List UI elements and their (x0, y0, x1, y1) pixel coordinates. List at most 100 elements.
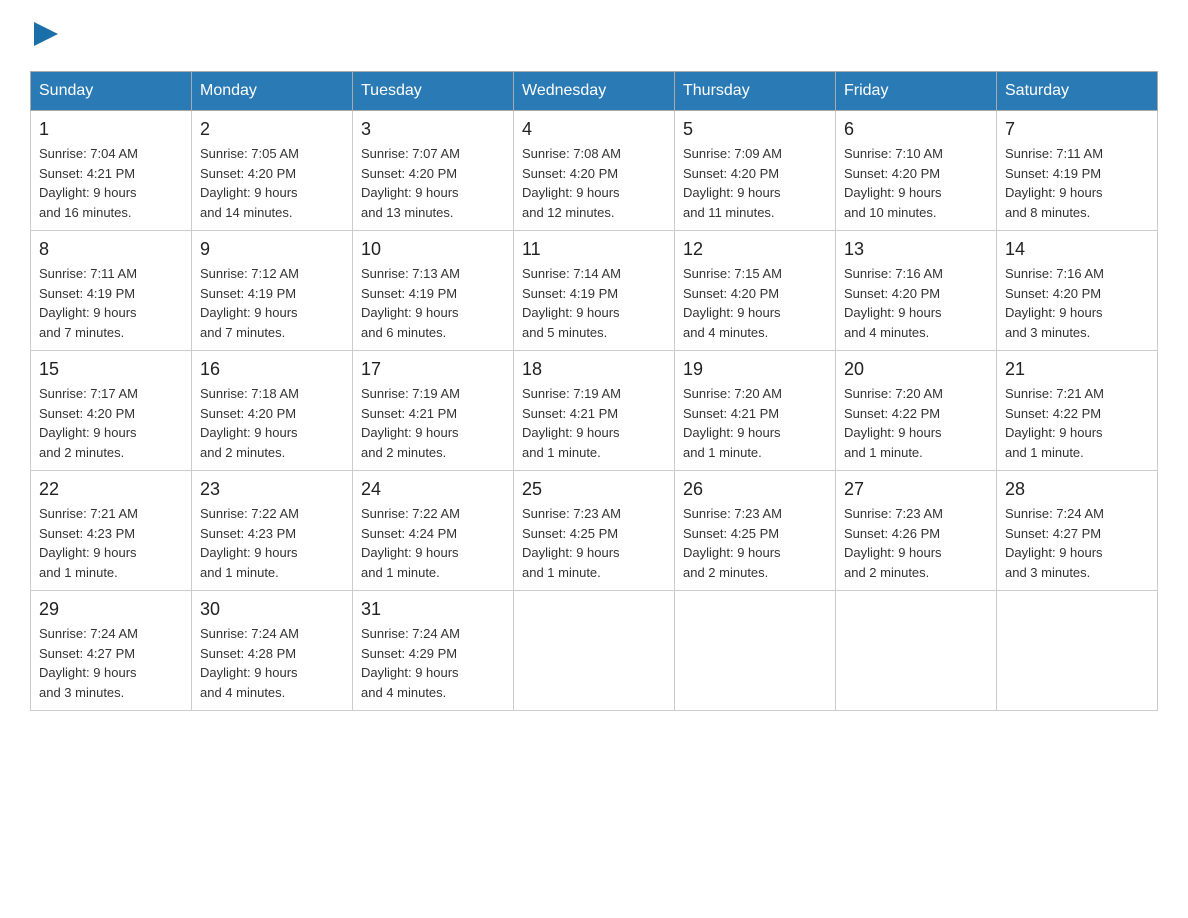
day-info: Sunrise: 7:24 AM Sunset: 4:27 PM Dayligh… (1005, 504, 1149, 582)
day-info: Sunrise: 7:18 AM Sunset: 4:20 PM Dayligh… (200, 384, 344, 462)
calendar-week-2: 8 Sunrise: 7:11 AM Sunset: 4:19 PM Dayli… (31, 231, 1158, 351)
header-monday: Monday (192, 72, 353, 111)
calendar-cell: 19 Sunrise: 7:20 AM Sunset: 4:21 PM Dayl… (675, 351, 836, 471)
calendar-cell: 27 Sunrise: 7:23 AM Sunset: 4:26 PM Dayl… (836, 471, 997, 591)
day-info: Sunrise: 7:11 AM Sunset: 4:19 PM Dayligh… (39, 264, 183, 342)
calendar-cell: 11 Sunrise: 7:14 AM Sunset: 4:19 PM Dayl… (514, 231, 675, 351)
calendar-week-1: 1 Sunrise: 7:04 AM Sunset: 4:21 PM Dayli… (31, 111, 1158, 231)
calendar-table: SundayMondayTuesdayWednesdayThursdayFrid… (30, 71, 1158, 711)
calendar-cell (675, 591, 836, 711)
calendar-cell: 12 Sunrise: 7:15 AM Sunset: 4:20 PM Dayl… (675, 231, 836, 351)
day-info: Sunrise: 7:16 AM Sunset: 4:20 PM Dayligh… (1005, 264, 1149, 342)
logo-triangle-icon (32, 20, 60, 53)
calendar-cell: 13 Sunrise: 7:16 AM Sunset: 4:20 PM Dayl… (836, 231, 997, 351)
day-info: Sunrise: 7:24 AM Sunset: 4:28 PM Dayligh… (200, 624, 344, 702)
day-info: Sunrise: 7:16 AM Sunset: 4:20 PM Dayligh… (844, 264, 988, 342)
day-number: 13 (844, 239, 988, 260)
day-number: 18 (522, 359, 666, 380)
calendar-week-3: 15 Sunrise: 7:17 AM Sunset: 4:20 PM Dayl… (31, 351, 1158, 471)
day-info: Sunrise: 7:21 AM Sunset: 4:22 PM Dayligh… (1005, 384, 1149, 462)
day-info: Sunrise: 7:19 AM Sunset: 4:21 PM Dayligh… (361, 384, 505, 462)
calendar-cell: 24 Sunrise: 7:22 AM Sunset: 4:24 PM Dayl… (353, 471, 514, 591)
calendar-cell: 17 Sunrise: 7:19 AM Sunset: 4:21 PM Dayl… (353, 351, 514, 471)
day-number: 24 (361, 479, 505, 500)
day-info: Sunrise: 7:07 AM Sunset: 4:20 PM Dayligh… (361, 144, 505, 222)
calendar-cell: 16 Sunrise: 7:18 AM Sunset: 4:20 PM Dayl… (192, 351, 353, 471)
day-info: Sunrise: 7:22 AM Sunset: 4:24 PM Dayligh… (361, 504, 505, 582)
calendar-cell: 1 Sunrise: 7:04 AM Sunset: 4:21 PM Dayli… (31, 111, 192, 231)
calendar-cell: 14 Sunrise: 7:16 AM Sunset: 4:20 PM Dayl… (997, 231, 1158, 351)
day-number: 1 (39, 119, 183, 140)
calendar-cell: 29 Sunrise: 7:24 AM Sunset: 4:27 PM Dayl… (31, 591, 192, 711)
day-info: Sunrise: 7:24 AM Sunset: 4:27 PM Dayligh… (39, 624, 183, 702)
calendar-cell: 4 Sunrise: 7:08 AM Sunset: 4:20 PM Dayli… (514, 111, 675, 231)
calendar-header-row: SundayMondayTuesdayWednesdayThursdayFrid… (31, 72, 1158, 111)
day-number: 23 (200, 479, 344, 500)
header-thursday: Thursday (675, 72, 836, 111)
day-info: Sunrise: 7:09 AM Sunset: 4:20 PM Dayligh… (683, 144, 827, 222)
calendar-cell: 6 Sunrise: 7:10 AM Sunset: 4:20 PM Dayli… (836, 111, 997, 231)
calendar-cell (514, 591, 675, 711)
day-info: Sunrise: 7:11 AM Sunset: 4:19 PM Dayligh… (1005, 144, 1149, 222)
day-info: Sunrise: 7:23 AM Sunset: 4:25 PM Dayligh… (522, 504, 666, 582)
header-friday: Friday (836, 72, 997, 111)
day-info: Sunrise: 7:05 AM Sunset: 4:20 PM Dayligh… (200, 144, 344, 222)
day-number: 9 (200, 239, 344, 260)
logo (30, 20, 60, 51)
page-header (30, 20, 1158, 51)
day-number: 8 (39, 239, 183, 260)
day-number: 30 (200, 599, 344, 620)
header-saturday: Saturday (997, 72, 1158, 111)
day-info: Sunrise: 7:10 AM Sunset: 4:20 PM Dayligh… (844, 144, 988, 222)
calendar-cell: 3 Sunrise: 7:07 AM Sunset: 4:20 PM Dayli… (353, 111, 514, 231)
calendar-cell: 2 Sunrise: 7:05 AM Sunset: 4:20 PM Dayli… (192, 111, 353, 231)
day-info: Sunrise: 7:08 AM Sunset: 4:20 PM Dayligh… (522, 144, 666, 222)
day-info: Sunrise: 7:22 AM Sunset: 4:23 PM Dayligh… (200, 504, 344, 582)
day-info: Sunrise: 7:04 AM Sunset: 4:21 PM Dayligh… (39, 144, 183, 222)
day-number: 19 (683, 359, 827, 380)
calendar-cell: 25 Sunrise: 7:23 AM Sunset: 4:25 PM Dayl… (514, 471, 675, 591)
calendar-cell: 28 Sunrise: 7:24 AM Sunset: 4:27 PM Dayl… (997, 471, 1158, 591)
calendar-cell: 18 Sunrise: 7:19 AM Sunset: 4:21 PM Dayl… (514, 351, 675, 471)
day-number: 31 (361, 599, 505, 620)
calendar-cell (997, 591, 1158, 711)
day-number: 6 (844, 119, 988, 140)
day-info: Sunrise: 7:14 AM Sunset: 4:19 PM Dayligh… (522, 264, 666, 342)
calendar-cell: 31 Sunrise: 7:24 AM Sunset: 4:29 PM Dayl… (353, 591, 514, 711)
day-number: 10 (361, 239, 505, 260)
day-number: 17 (361, 359, 505, 380)
header-sunday: Sunday (31, 72, 192, 111)
day-number: 4 (522, 119, 666, 140)
day-number: 15 (39, 359, 183, 380)
day-info: Sunrise: 7:23 AM Sunset: 4:25 PM Dayligh… (683, 504, 827, 582)
day-number: 29 (39, 599, 183, 620)
day-number: 20 (844, 359, 988, 380)
day-info: Sunrise: 7:13 AM Sunset: 4:19 PM Dayligh… (361, 264, 505, 342)
day-number: 25 (522, 479, 666, 500)
day-number: 12 (683, 239, 827, 260)
calendar-cell: 30 Sunrise: 7:24 AM Sunset: 4:28 PM Dayl… (192, 591, 353, 711)
day-number: 2 (200, 119, 344, 140)
day-info: Sunrise: 7:12 AM Sunset: 4:19 PM Dayligh… (200, 264, 344, 342)
day-number: 22 (39, 479, 183, 500)
calendar-cell: 20 Sunrise: 7:20 AM Sunset: 4:22 PM Dayl… (836, 351, 997, 471)
header-wednesday: Wednesday (514, 72, 675, 111)
calendar-cell: 7 Sunrise: 7:11 AM Sunset: 4:19 PM Dayli… (997, 111, 1158, 231)
day-info: Sunrise: 7:23 AM Sunset: 4:26 PM Dayligh… (844, 504, 988, 582)
calendar-cell: 5 Sunrise: 7:09 AM Sunset: 4:20 PM Dayli… (675, 111, 836, 231)
calendar-cell: 8 Sunrise: 7:11 AM Sunset: 4:19 PM Dayli… (31, 231, 192, 351)
calendar-week-5: 29 Sunrise: 7:24 AM Sunset: 4:27 PM Dayl… (31, 591, 1158, 711)
calendar-cell: 9 Sunrise: 7:12 AM Sunset: 4:19 PM Dayli… (192, 231, 353, 351)
calendar-week-4: 22 Sunrise: 7:21 AM Sunset: 4:23 PM Dayl… (31, 471, 1158, 591)
day-number: 26 (683, 479, 827, 500)
day-info: Sunrise: 7:24 AM Sunset: 4:29 PM Dayligh… (361, 624, 505, 702)
day-number: 14 (1005, 239, 1149, 260)
calendar-cell: 10 Sunrise: 7:13 AM Sunset: 4:19 PM Dayl… (353, 231, 514, 351)
day-info: Sunrise: 7:20 AM Sunset: 4:21 PM Dayligh… (683, 384, 827, 462)
day-number: 3 (361, 119, 505, 140)
calendar-cell: 21 Sunrise: 7:21 AM Sunset: 4:22 PM Dayl… (997, 351, 1158, 471)
day-info: Sunrise: 7:19 AM Sunset: 4:21 PM Dayligh… (522, 384, 666, 462)
day-number: 21 (1005, 359, 1149, 380)
calendar-cell: 22 Sunrise: 7:21 AM Sunset: 4:23 PM Dayl… (31, 471, 192, 591)
calendar-cell (836, 591, 997, 711)
